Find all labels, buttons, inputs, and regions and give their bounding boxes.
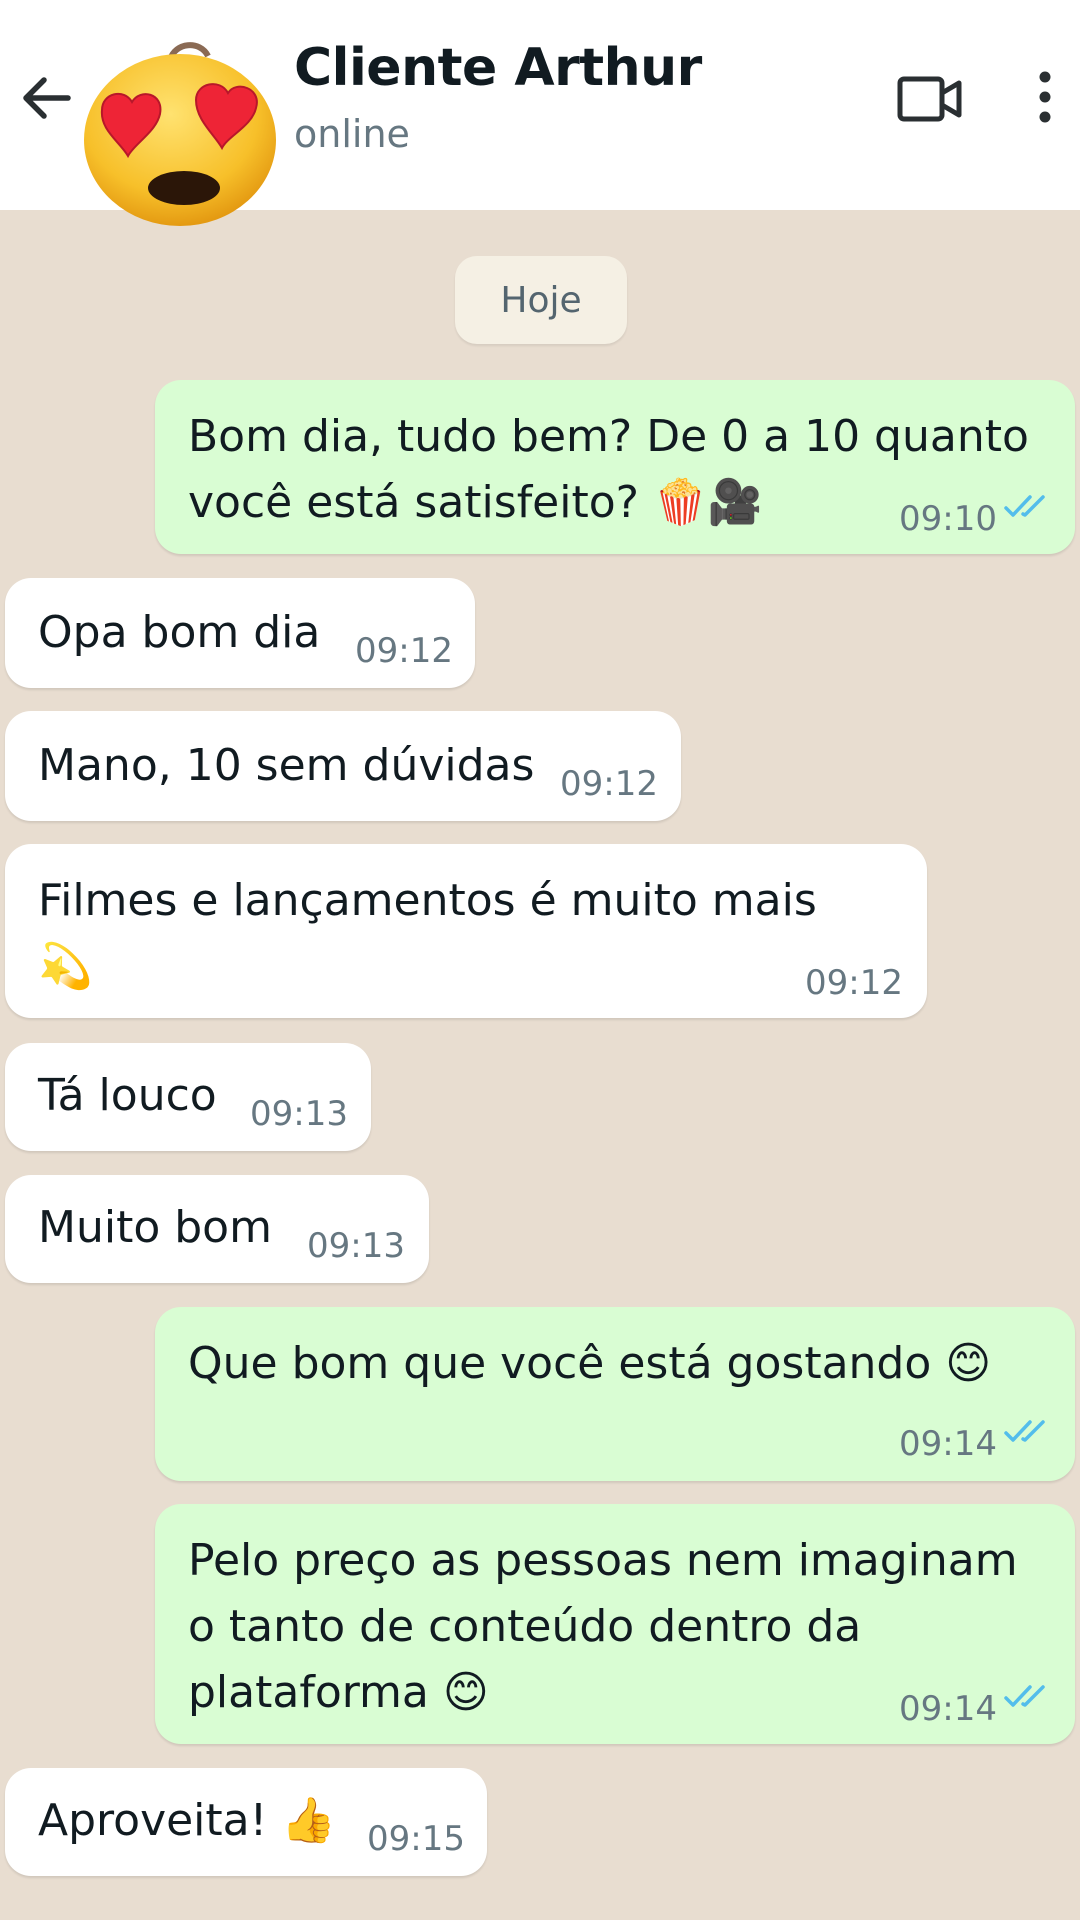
contact-avatar[interactable] bbox=[80, 38, 280, 228]
message-time: 09:15 bbox=[367, 1819, 465, 1859]
incoming-message[interactable]: Opa bom dia 09:12 bbox=[5, 578, 475, 688]
outgoing-message[interactable]: Que bom que você está gostando 😊 09:14 bbox=[155, 1307, 1075, 1481]
arrow-left-icon bbox=[23, 77, 71, 119]
message-text-line: Tá louco bbox=[38, 1070, 217, 1121]
message-time: 09:13 bbox=[250, 1094, 348, 1134]
incoming-message[interactable]: Tá louco 09:13 bbox=[5, 1043, 371, 1151]
message-time: 09:14 bbox=[899, 1424, 997, 1464]
message-time: 09:12 bbox=[805, 963, 903, 1003]
message-time: 09:10 bbox=[899, 499, 997, 539]
message-text-line: Mano, 10 sem dúvidas bbox=[38, 740, 535, 791]
message-text-line: você está satisfeito? 🍿🎥 bbox=[188, 477, 763, 528]
message-text-line: Bom dia, tudo bem? De 0 a 10 quanto bbox=[188, 411, 1029, 462]
message-text-line: Muito bom bbox=[38, 1202, 272, 1253]
video-call-icon bbox=[897, 76, 962, 122]
incoming-message[interactable]: Aproveita! 👍 09:15 bbox=[5, 1768, 487, 1876]
message-text-line: Opa bom dia bbox=[38, 607, 321, 658]
date-separator: Hoje bbox=[455, 256, 627, 344]
incoming-message[interactable]: Mano, 10 sem dúvidas 09:12 bbox=[5, 711, 681, 821]
incoming-message[interactable]: Muito bom 09:13 bbox=[5, 1175, 429, 1283]
message-text-line: o tanto de conteúdo dentro da bbox=[188, 1601, 862, 1652]
contact-name[interactable]: Cliente Arthur bbox=[294, 38, 702, 98]
double-check-read-icon bbox=[1004, 495, 1045, 517]
video-call-button[interactable] bbox=[890, 64, 970, 134]
more-vertical-icon bbox=[1039, 71, 1051, 123]
message-text-line: Aproveita! 👍 bbox=[38, 1795, 337, 1846]
message-text-line: Pelo preço as pessoas nem imaginam bbox=[188, 1535, 1018, 1586]
message-time: 09:13 bbox=[307, 1226, 405, 1266]
message-time: 09:12 bbox=[355, 631, 453, 671]
message-time: 09:12 bbox=[560, 764, 658, 804]
outgoing-message[interactable]: Bom dia, tudo bem? De 0 a 10 quanto você… bbox=[155, 380, 1075, 554]
heart-eyes-emoji-icon bbox=[84, 42, 276, 226]
message-text-line: Que bom que você está gostando 😊 bbox=[188, 1338, 992, 1389]
double-check-read-icon bbox=[1004, 1685, 1045, 1707]
double-check-read-icon bbox=[1004, 1420, 1045, 1442]
back-button[interactable] bbox=[10, 62, 82, 134]
incoming-message[interactable]: Filmes e lançamentos é muito mais 💫 09:1… bbox=[5, 844, 927, 1018]
contact-status: online bbox=[294, 112, 410, 156]
outgoing-message[interactable]: Pelo preço as pessoas nem imaginam o tan… bbox=[155, 1504, 1075, 1744]
message-time: 09:14 bbox=[899, 1689, 997, 1729]
more-options-button[interactable] bbox=[1020, 62, 1070, 132]
message-text-line: Filmes e lançamentos é muito mais bbox=[38, 875, 817, 926]
message-text-line: 💫 bbox=[38, 941, 93, 992]
message-text-line: plataforma 😊 bbox=[188, 1667, 489, 1718]
